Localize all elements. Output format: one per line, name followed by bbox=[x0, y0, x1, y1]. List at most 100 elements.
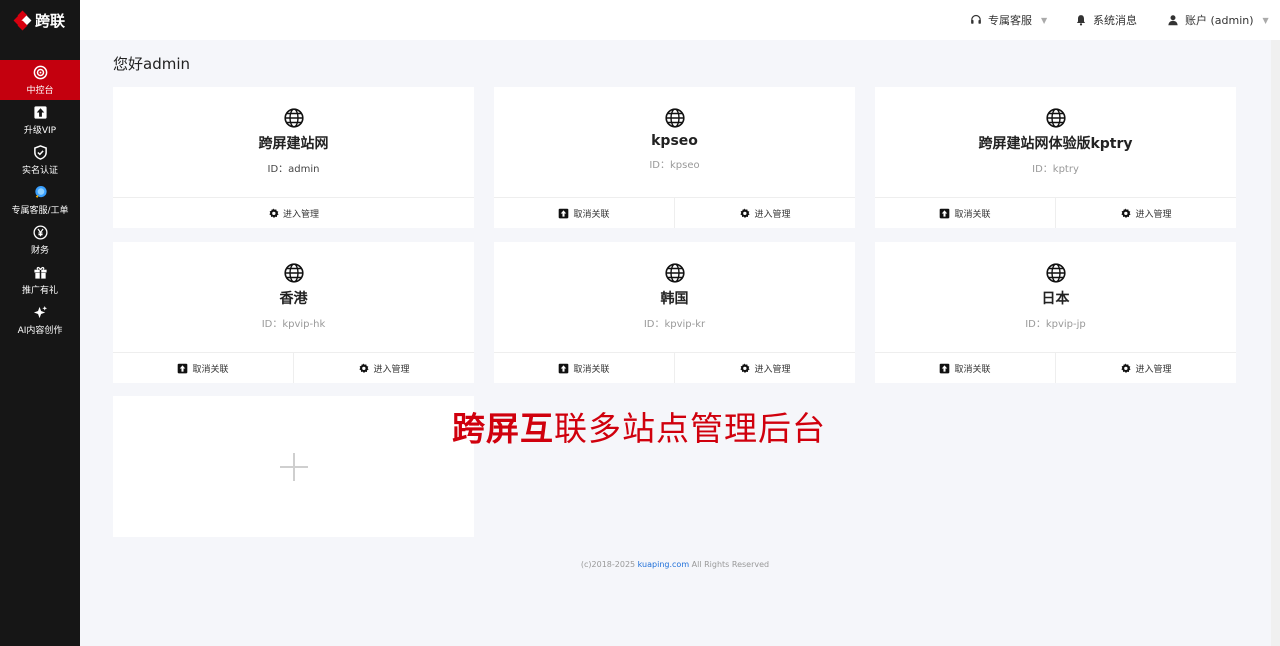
banner-text: 联多站点管理后台 bbox=[554, 409, 826, 448]
bell-icon bbox=[1076, 15, 1086, 26]
footer-link[interactable]: kuaping.com bbox=[638, 560, 689, 569]
sidebar-item-referral[interactable]: 推广有礼 bbox=[0, 260, 80, 300]
site-card: 香港 ID：kpvip-hk 取消关联 进入管理 bbox=[113, 242, 474, 383]
account-label: 账户 (admin) bbox=[1185, 14, 1254, 27]
site-card: 跨屏建站网 ID：admin 进入管理 bbox=[113, 87, 474, 228]
banner-bold-text: 跨屏互 bbox=[452, 409, 554, 448]
site-card: kpseo ID：kpseo 取消关联 进入管理 bbox=[494, 87, 855, 228]
sidebar-item-label: AI内容创作 bbox=[17, 325, 63, 336]
globe-icon bbox=[283, 108, 304, 128]
manage-label: 进入管理 bbox=[754, 364, 791, 375]
site-card: 韩国 ID：kpvip-kr 取消关联 进入管理 bbox=[494, 242, 855, 383]
messages-button[interactable]: 系统消息 bbox=[1075, 0, 1137, 40]
site-id: ID：kpseo bbox=[649, 160, 700, 171]
sidebar-item-upgrade-vip[interactable]: 升级VIP bbox=[0, 100, 80, 140]
manage-label: 进入管理 bbox=[1135, 364, 1172, 375]
sidebar-item-label: 中控台 bbox=[26, 85, 54, 96]
logo-text: 跨联 bbox=[34, 11, 65, 30]
manage-button[interactable]: 进入管理 bbox=[1055, 353, 1236, 383]
site-title: 跨屏建站网 bbox=[258, 136, 329, 152]
sidebar: 跨联 中控台 升级VIP 实名认证 专属客服/工单 财务 推广有礼 AI内容创作 bbox=[0, 0, 80, 646]
globe-icon bbox=[664, 108, 685, 128]
logo[interactable]: 跨联 bbox=[0, 0, 80, 40]
support-bubble-icon bbox=[32, 185, 48, 201]
site-id: ID：admin bbox=[267, 164, 320, 175]
sidebar-item-label: 升级VIP bbox=[23, 125, 57, 136]
upload-icon bbox=[559, 208, 569, 218]
messages-label: 系统消息 bbox=[1093, 14, 1137, 27]
sidebar-nav: 中控台 升级VIP 实名认证 专属客服/工单 财务 推广有礼 AI内容创作 bbox=[0, 60, 80, 340]
chevron-down-icon: ▼ bbox=[1041, 15, 1048, 25]
site-id: ID：kptry bbox=[1032, 164, 1079, 175]
scrollbar[interactable] bbox=[1271, 40, 1280, 646]
manage-button[interactable]: 进入管理 bbox=[674, 353, 855, 383]
sidebar-item-dashboard[interactable]: 中控台 bbox=[0, 60, 80, 100]
page-title: 您好admin bbox=[113, 55, 190, 73]
unlink-label: 取消关联 bbox=[954, 364, 991, 375]
sidebar-item-support[interactable]: 专属客服/工单 bbox=[0, 180, 80, 220]
unlink-label: 取消关联 bbox=[573, 209, 610, 220]
chevron-down-icon: ▼ bbox=[1262, 15, 1269, 25]
logo-mark-icon bbox=[13, 10, 32, 31]
upload-icon bbox=[559, 363, 569, 373]
sidebar-item-label: 实名认证 bbox=[21, 165, 58, 176]
account-dropdown[interactable]: 账户 (admin) ▼ bbox=[1167, 0, 1269, 40]
upload-icon bbox=[178, 363, 188, 373]
target-icon bbox=[32, 65, 48, 81]
gift-icon bbox=[32, 265, 48, 281]
manage-button[interactable]: 进入管理 bbox=[113, 198, 474, 228]
globe-icon bbox=[664, 263, 685, 283]
sidebar-item-ai-content[interactable]: AI内容创作 bbox=[0, 300, 80, 340]
footer-rights: All Rights Reserved bbox=[689, 560, 770, 569]
globe-icon bbox=[1045, 108, 1066, 128]
manage-label: 进入管理 bbox=[1135, 209, 1172, 220]
upload-icon bbox=[940, 363, 950, 373]
gear-icon bbox=[359, 363, 370, 373]
site-title: 韩国 bbox=[660, 291, 689, 307]
site-card: 日本 ID：kpvip-jp 取消关联 进入管理 bbox=[875, 242, 1236, 383]
upgrade-icon bbox=[32, 105, 48, 121]
user-icon bbox=[1168, 15, 1178, 26]
headset-icon bbox=[971, 14, 981, 24]
manage-label: 进入管理 bbox=[373, 364, 410, 375]
unlink-button[interactable]: 取消关联 bbox=[875, 198, 1055, 228]
banner-overlay: 跨屏互联多站点管理后台 bbox=[452, 402, 826, 450]
manage-button[interactable]: 进入管理 bbox=[293, 353, 474, 383]
manage-button[interactable]: 进入管理 bbox=[1055, 198, 1236, 228]
gear-icon bbox=[740, 208, 751, 218]
site-title: 香港 bbox=[279, 291, 308, 307]
site-card: 跨屏建站网体验版kptry ID：kptry 取消关联 进入管理 bbox=[875, 87, 1236, 228]
manage-label: 进入管理 bbox=[282, 209, 319, 220]
unlink-label: 取消关联 bbox=[192, 364, 229, 375]
unlink-label: 取消关联 bbox=[954, 209, 991, 220]
sidebar-item-finance[interactable]: 财务 bbox=[0, 220, 80, 260]
unlink-button[interactable]: 取消关联 bbox=[113, 353, 293, 383]
unlink-label: 取消关联 bbox=[573, 364, 610, 375]
site-title: kpseo bbox=[651, 133, 698, 149]
plus-icon bbox=[279, 452, 308, 481]
sidebar-item-label: 财务 bbox=[30, 245, 49, 256]
gear-icon bbox=[740, 363, 751, 373]
footer-copyright: (c)2018-2025 bbox=[580, 560, 638, 569]
manage-label: 进入管理 bbox=[754, 209, 791, 220]
add-site-card[interactable] bbox=[113, 396, 474, 537]
globe-icon bbox=[1045, 263, 1066, 283]
upload-icon bbox=[940, 208, 950, 218]
site-id: ID：kpvip-kr bbox=[643, 319, 706, 330]
sidebar-item-verification[interactable]: 实名认证 bbox=[0, 140, 80, 180]
yen-icon bbox=[32, 225, 48, 241]
gear-icon bbox=[269, 208, 279, 218]
unlink-button[interactable]: 取消关联 bbox=[494, 198, 674, 228]
gear-icon bbox=[1121, 363, 1132, 373]
unlink-button[interactable]: 取消关联 bbox=[494, 353, 674, 383]
support-label: 专属客服 bbox=[988, 14, 1032, 27]
gear-icon bbox=[1121, 208, 1132, 218]
manage-button[interactable]: 进入管理 bbox=[674, 198, 855, 228]
topbar: 专属客服 ▼ 系统消息 账户 (admin) ▼ bbox=[80, 0, 1280, 40]
site-id: ID：kpvip-hk bbox=[261, 319, 326, 330]
support-dropdown[interactable]: 专属客服 ▼ bbox=[970, 0, 1047, 40]
unlink-button[interactable]: 取消关联 bbox=[875, 353, 1055, 383]
shield-icon bbox=[32, 145, 48, 161]
sparkle-icon bbox=[32, 305, 48, 321]
site-title: 跨屏建站网体验版kptry bbox=[978, 136, 1133, 152]
